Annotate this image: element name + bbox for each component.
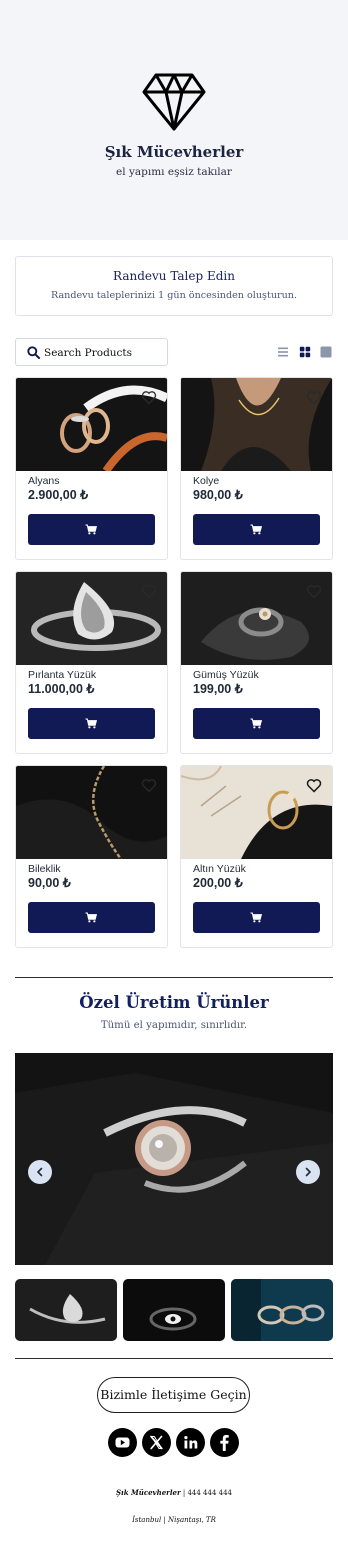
cart-icon xyxy=(85,912,97,923)
facebook-link[interactable] xyxy=(210,1428,239,1457)
cart-icon xyxy=(250,524,262,535)
search-box[interactable] xyxy=(15,338,168,366)
search-input[interactable] xyxy=(44,343,164,362)
carousel-thumbnail[interactable] xyxy=(123,1279,225,1341)
footer-separator: | xyxy=(163,1516,166,1524)
product-price: 199,00 ₺ xyxy=(193,682,243,696)
product-name[interactable]: Altın Yüzük xyxy=(193,863,246,875)
list-view-icon[interactable] xyxy=(277,346,289,358)
heart-icon[interactable] xyxy=(141,584,157,599)
linkedin-link[interactable] xyxy=(176,1428,205,1457)
product-card[interactable]: Altın Yüzük 200,00 ₺ xyxy=(180,765,333,948)
footer-city: İstanbul xyxy=(132,1516,162,1524)
chevron-left-icon xyxy=(37,1167,43,1177)
diamond-logo-icon xyxy=(142,73,206,131)
carousel-thumbnail[interactable] xyxy=(15,1279,117,1341)
add-to-cart-button[interactable] xyxy=(28,708,155,739)
add-to-cart-button[interactable] xyxy=(193,514,320,545)
product-card[interactable]: Pırlanta Yüzük 11.000,00 ₺ xyxy=(15,571,168,754)
cart-icon xyxy=(85,524,97,535)
brand-name: Şık Mücevherler xyxy=(104,143,244,161)
search-icon xyxy=(27,346,40,359)
add-to-cart-button[interactable] xyxy=(28,902,155,933)
section-divider xyxy=(15,1358,333,1359)
carousel-next-button[interactable] xyxy=(296,1160,320,1184)
brand-tagline: el yapımı eşsiz takılar xyxy=(116,166,232,178)
footer-district: Nişantaşı, TR xyxy=(168,1516,216,1524)
product-card[interactable]: Bileklik 90,00 ₺ xyxy=(15,765,168,948)
footer-brand: Şık Mücevherler xyxy=(115,1488,181,1497)
product-name[interactable]: Pırlanta Yüzük xyxy=(28,669,96,681)
footer-separator: | xyxy=(182,1489,186,1497)
footer-contact-line: Şık Mücevherler | 444 444 444 xyxy=(0,1488,348,1497)
appointment-title[interactable]: Randevu Talep Edin xyxy=(16,269,332,283)
grid-view-icon[interactable] xyxy=(299,346,311,358)
chevron-right-icon xyxy=(305,1167,311,1177)
cart-icon xyxy=(250,912,262,923)
contact-us-button[interactable]: Bizimle İletişime Geçin xyxy=(97,1377,250,1413)
youtube-link[interactable] xyxy=(108,1428,137,1457)
carousel-prev-button[interactable] xyxy=(28,1160,52,1184)
x-link[interactable] xyxy=(142,1428,171,1457)
product-card[interactable]: Kolye 980,00 ₺ xyxy=(180,377,333,560)
custom-products-title: Özel Üretim Ürünler xyxy=(79,993,269,1012)
product-name[interactable]: Gümüş Yüzük xyxy=(193,669,259,681)
product-price: 11.000,00 ₺ xyxy=(28,682,95,696)
add-to-cart-button[interactable] xyxy=(28,514,155,545)
product-price: 2.900,00 ₺ xyxy=(28,488,89,502)
appointment-subtitle: Randevu taleplerinizi 1 gün öncesinden o… xyxy=(51,290,297,301)
featured-carousel-image[interactable] xyxy=(15,1053,333,1265)
add-to-cart-button[interactable] xyxy=(193,708,320,739)
x-icon xyxy=(150,1435,163,1450)
heart-icon[interactable] xyxy=(306,778,322,793)
product-card[interactable]: Gümüş Yüzük 199,00 ₺ xyxy=(180,571,333,754)
heart-icon[interactable] xyxy=(306,390,322,405)
product-card[interactable]: Alyans 2.900,00 ₺ xyxy=(15,377,168,560)
heart-icon[interactable] xyxy=(141,778,157,793)
carousel-thumbnail[interactable] xyxy=(231,1279,333,1341)
cart-icon xyxy=(250,718,262,729)
product-price: 980,00 ₺ xyxy=(193,488,243,502)
product-name[interactable]: Bileklik xyxy=(28,863,61,875)
product-name[interactable]: Kolye xyxy=(193,475,219,487)
appointment-request-card[interactable]: Randevu Talep Edin Randevu taleplerinizi… xyxy=(15,256,333,316)
youtube-icon xyxy=(115,1437,130,1448)
footer-phone[interactable]: 444 444 444 xyxy=(187,1489,232,1497)
custom-products-subtitle: Tümü el yapımıdır, sınırlıdır. xyxy=(100,1020,248,1031)
add-to-cart-button[interactable] xyxy=(193,902,320,933)
facebook-icon xyxy=(220,1434,229,1451)
cart-icon xyxy=(85,718,97,729)
product-price: 90,00 ₺ xyxy=(28,876,71,890)
heart-icon[interactable] xyxy=(306,584,322,599)
product-name[interactable]: Alyans xyxy=(28,475,60,487)
hero-header: Şık Mücevherler el yapımı eşsiz takılar xyxy=(0,0,348,240)
footer-location-line: İstanbul | Nişantaşı, TR xyxy=(0,1516,348,1524)
heart-icon[interactable] xyxy=(141,390,157,405)
linkedin-icon xyxy=(184,1436,198,1449)
single-view-icon[interactable] xyxy=(320,346,332,358)
section-divider xyxy=(15,977,333,978)
product-price: 200,00 ₺ xyxy=(193,876,243,890)
